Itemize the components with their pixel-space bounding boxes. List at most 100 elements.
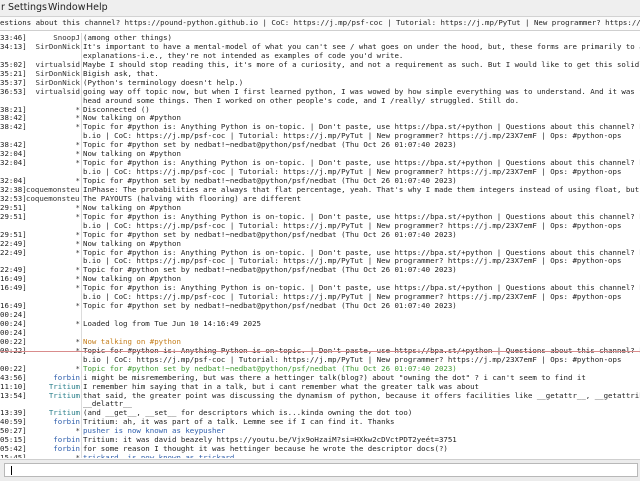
nickname[interactable]: forbin (26, 444, 80, 453)
chat-line: 29:51] * Topic for #python set by nedbat!~… (0, 230, 640, 239)
chat-line: 32:04] * Topic for #python set by nedbat!~… (0, 176, 640, 185)
nickname[interactable]: forbin (26, 435, 80, 444)
nickname[interactable]: * (26, 113, 80, 122)
nickname[interactable]: * (26, 105, 80, 114)
nickname[interactable]: * (26, 283, 80, 292)
message-text: Now talking on #python (83, 202, 181, 212)
message-text: b.io | CoC: https://j.mp/psf-coc | Tutor… (83, 220, 622, 230)
nickname[interactable]: forbin (26, 417, 80, 426)
message-text: Topic for #python is: Anything Python is… (83, 158, 640, 168)
nickname[interactable]: * (26, 337, 80, 346)
last-read-marker (0, 351, 640, 352)
chat-line: 00:24] * Loaded log from Tue Jun 10 14:16:… (0, 319, 640, 328)
nickname[interactable]: * (26, 140, 80, 149)
timestamp: 38:42] (0, 113, 27, 123)
message-text: b.io | CoC: https://j.mp/psf-coc | Tutor… (83, 131, 622, 141)
menu-bar: r Settings Window Help (0, 0, 640, 17)
timestamp: 22:49] (0, 265, 27, 275)
message-text: that said, the greater point was discuss… (83, 390, 640, 400)
menu-item-help[interactable]: Help (86, 2, 108, 13)
message-text: Now talking on #python (83, 149, 181, 159)
timestamp: 35:21] (0, 68, 27, 78)
nickname[interactable]: virtualsid (26, 87, 81, 96)
timestamp: 32:38] (0, 184, 27, 194)
nickname[interactable]: coquemonsteur (26, 185, 80, 194)
nickname[interactable]: * (26, 319, 80, 328)
timestamp: 00:22] (0, 363, 27, 373)
nickname[interactable]: Tritium (26, 391, 80, 400)
chat-line: 22:49] * Topic for #python set by nedbat!~… (0, 265, 640, 274)
timestamp: 16:49] (0, 283, 27, 293)
menu-item-server[interactable]: r (1, 2, 5, 13)
nickname[interactable]: SirDonNick (26, 42, 81, 51)
message-text: (and __get__, __set__ for descriptors wh… (83, 408, 413, 418)
message-text: pusher is now known as keypusher (83, 426, 226, 436)
message-text: Topic for #python is: Anything Python is… (83, 211, 640, 221)
message-text: Maybe I should stop reading this, it's m… (83, 59, 640, 69)
nickname[interactable]: SirDonNick (26, 69, 81, 78)
nickname[interactable]: Tritium (26, 382, 80, 391)
nickname[interactable]: forbin (26, 373, 80, 382)
chat-line: 32:04] * Topic for #python is: Anything Py… (0, 158, 640, 167)
nickname[interactable]: Tritium (26, 408, 80, 417)
nickname[interactable]: * (26, 149, 80, 158)
message-text: going way off topic now, but when I firs… (83, 86, 640, 96)
chat-line: 33:46] SnoopJ (among other things) (0, 33, 640, 42)
nickname[interactable]: SirDonNick (26, 78, 81, 87)
message-text: Loaded log from Tue Jun 10 14:16:49 2025 (83, 319, 261, 328)
nickname[interactable]: * (26, 176, 80, 185)
nickname[interactable]: * (26, 265, 80, 274)
chat-log[interactable]: 33:46] SnoopJ (among other things) 34:13] Si… (0, 33, 640, 458)
message-text: (Python's terminology doesn't help.) (83, 77, 244, 87)
message-text: Now talking on #python (83, 238, 181, 248)
message-input[interactable] (4, 463, 638, 477)
chat-line: 11:10] Tritium I remember him saying that … (0, 382, 640, 391)
chat-line: 35:37] SirDonNick (Python's terminology do… (0, 78, 640, 87)
message-text: Topic for #python is: Anything Python is… (83, 122, 640, 132)
timestamp: 00:24] (0, 327, 27, 337)
chat-line: 15:45] * trickard_ is now known as trickar… (0, 453, 640, 458)
chat-line: 43:56] forbin i might be misremembering, b… (0, 373, 640, 382)
message-text: InPhase: The probabilities are always th… (83, 184, 640, 194)
chat-line: 00:22] * Now talking on #python (0, 337, 640, 346)
nickname[interactable]: * (26, 158, 80, 167)
nickname[interactable]: virtualsid (26, 60, 81, 69)
nickname[interactable]: * (26, 203, 80, 212)
nickname[interactable]: * (26, 301, 80, 310)
timestamp: 35:02] (0, 59, 27, 69)
timestamp: 22:49] (0, 247, 27, 257)
nickname[interactable]: * (26, 248, 80, 257)
timestamp: 00:24] (0, 310, 27, 320)
nickname[interactable]: SnoopJ (26, 33, 80, 42)
chat-line: 38:42] * Topic for #python is: Anything Py… (0, 122, 640, 131)
timestamp: 50:27] (0, 426, 27, 436)
nickname[interactable]: * (26, 239, 80, 248)
chat-line: 22:49] * Now talking on #python (0, 239, 640, 248)
menu-item-settings[interactable]: Settings (8, 2, 47, 13)
chat-line: 38:42] * Now talking on #python (0, 113, 640, 122)
nickname[interactable]: * (26, 212, 80, 221)
message-text: b.io | CoC: https://j.mp/psf-coc | Tutor… (83, 256, 622, 266)
nickname[interactable]: * (26, 426, 80, 435)
nickname[interactable]: * (26, 122, 80, 131)
nickname[interactable]: * (26, 274, 80, 283)
timestamp: 32:04] (0, 149, 27, 159)
nickname[interactable]: coquemonsteur (26, 194, 80, 203)
timestamp: 16:49] (0, 301, 27, 311)
channel-topic-bar[interactable]: estions about this channel? https://poun… (0, 17, 640, 31)
nickname[interactable]: * (26, 364, 80, 373)
message-text: trickard_ is now known as trickard (83, 453, 235, 458)
nickname[interactable]: * (26, 230, 80, 239)
timestamp: 11:10] (0, 381, 27, 391)
chat-line: b.io | CoC: https://j.mp/psf-coc | Tutor… (0, 131, 640, 140)
timestamp: 35:37] (0, 77, 27, 87)
menu-item-window[interactable]: Window (48, 2, 85, 13)
timestamp: 34:13] (0, 41, 27, 51)
message-text: Topic for #python set by nedbat!~nedbat@… (83, 176, 457, 185)
nickname[interactable]: * (26, 453, 80, 458)
timestamp: 32:53] (0, 193, 27, 203)
timestamp: 32:04] (0, 158, 27, 168)
chat-line: b.io | CoC: https://j.mp/psf-coc | Tutor… (0, 292, 640, 301)
timestamp: 29:51] (0, 211, 27, 221)
topic-text: estions about this channel? https://poun… (0, 18, 640, 27)
